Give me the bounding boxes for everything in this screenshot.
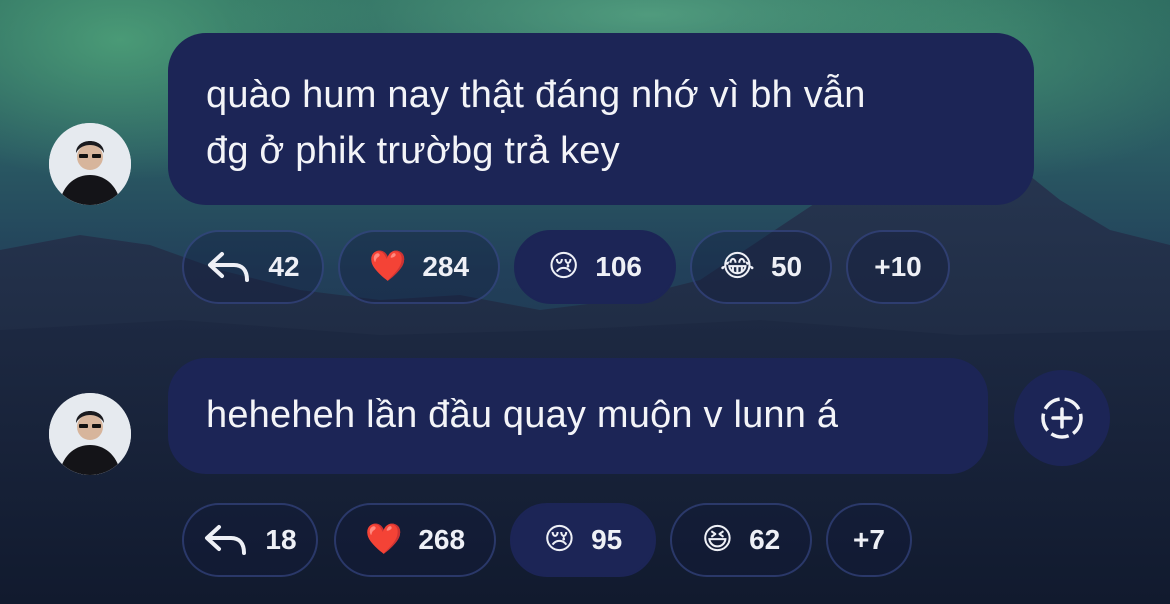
reaction-bar: 42 ❤️ 284 😢 106 😂 50 +10 <box>0 230 1170 308</box>
grinning-squinting-icon: 😆 <box>701 522 734 557</box>
more-reactions-label: +7 <box>853 524 885 555</box>
crying-reaction[interactable]: 😢 106 <box>514 230 676 304</box>
reaction-count: 95 <box>591 524 623 555</box>
user-avatar[interactable] <box>49 123 131 205</box>
more-reactions-label: +10 <box>874 251 922 282</box>
reply-count: 42 <box>268 251 300 282</box>
more-reactions-button[interactable]: +10 <box>846 230 950 304</box>
add-reaction-button[interactable] <box>1014 370 1110 466</box>
reaction-bar: 18 ❤️ 268 😢 95 😆 62 +7 <box>0 503 1170 581</box>
reaction-count: 106 <box>595 251 642 282</box>
heart-reaction[interactable]: ❤️ 284 <box>338 230 500 304</box>
crying-face-icon: 😢 <box>543 522 576 557</box>
heart-emoji-icon: ❤️ <box>364 522 403 557</box>
crying-face-icon: 😢 <box>548 249 580 284</box>
grinning-squinting-reaction[interactable]: 😆 62 <box>670 503 812 577</box>
reply-button[interactable]: 42 <box>182 230 324 304</box>
reaction-count: 284 <box>422 251 470 282</box>
reaction-count: 268 <box>418 524 466 555</box>
heart-emoji-icon: ❤️ <box>368 249 407 284</box>
user-avatar[interactable] <box>49 393 131 475</box>
message-text-line: heheheh lần đầu quay muộn v lunn á <box>206 394 839 436</box>
message-bubble[interactable]: quào hum nay thật đáng nhớ vì bh vẫn đg … <box>168 33 1034 205</box>
message-text-line: quào hum nay thật đáng nhớ vì bh vẫn <box>206 74 866 116</box>
message-text-line: đg ở phik trườbg trả key <box>206 130 620 172</box>
message-bubble[interactable]: heheheh lần đầu quay muộn v lunn á <box>168 358 988 474</box>
reply-button[interactable]: 18 <box>182 503 318 577</box>
more-reactions-button[interactable]: +7 <box>826 503 912 577</box>
reply-icon <box>205 525 247 555</box>
reply-count: 18 <box>265 524 297 555</box>
reaction-count: 50 <box>770 251 803 282</box>
reaction-count: 62 <box>749 524 781 555</box>
crying-reaction[interactable]: 😢 95 <box>510 503 656 577</box>
heart-reaction[interactable]: ❤️ 268 <box>334 503 496 577</box>
reply-icon <box>208 252 250 282</box>
tears-of-joy-icon: 😂 <box>719 249 755 284</box>
add-reaction-icon <box>1041 397 1083 439</box>
tears-of-joy-reaction[interactable]: 😂 50 <box>690 230 832 304</box>
